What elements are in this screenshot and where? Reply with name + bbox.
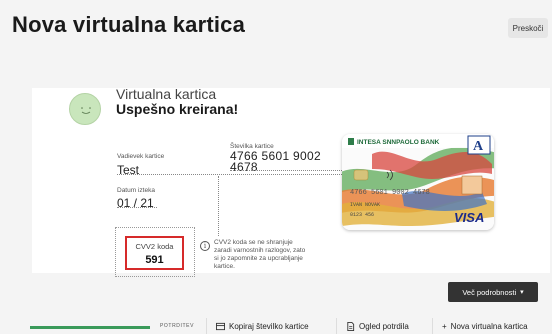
svg-text:A: A	[473, 139, 484, 154]
card-number-line2: 4678	[230, 160, 258, 174]
view-receipt-button[interactable]: Ogled potrdila	[346, 322, 409, 331]
new-virtual-card-button[interactable]: + Nova virtualna kartica	[442, 322, 528, 331]
svg-text:0123 456: 0123 456	[350, 212, 374, 218]
svg-text:IVAN NOVAK: IVAN NOVAK	[350, 202, 380, 208]
cvv-leader-line	[218, 176, 219, 236]
page-title: Nova virtualna kartica	[12, 12, 246, 37]
progress-fill	[30, 326, 150, 329]
cvv-note: CVV2 koda se ne shranjuje zaradi varnost…	[214, 239, 306, 270]
expiry-label: Datum izteka	[117, 187, 155, 194]
step-label: POTRDITEV	[160, 323, 195, 329]
divider	[206, 318, 207, 334]
expiry-leader-line	[117, 207, 157, 208]
plus-icon: +	[442, 322, 447, 331]
new-virtual-card-label: Nova virtualna kartica	[450, 322, 528, 331]
more-details-label: Več podrobnosti	[462, 287, 517, 297]
progress-bar	[30, 326, 150, 329]
virtual-card-image: INTESA SNNPAOLO BANK A 4766 5601 9002 46…	[342, 134, 494, 230]
confirmation-title: Virtualna kartica	[116, 86, 217, 102]
skip-button[interactable]: Preskoči	[508, 18, 548, 38]
divider	[432, 318, 433, 334]
card-icon	[216, 322, 225, 331]
owner-leader-line	[117, 174, 342, 175]
copy-card-number-label: Kopiraj številko kartice	[229, 322, 309, 331]
confirmation-status: Uspešno kreirana!	[116, 101, 239, 117]
cvv-value: 591	[145, 254, 164, 266]
info-icon: i	[200, 241, 210, 251]
svg-text:INTESA SNNPAOLO BANK: INTESA SNNPAOLO BANK	[357, 139, 440, 146]
svg-text:VISA: VISA	[454, 210, 484, 225]
smiley-icon	[69, 93, 101, 125]
svg-text:4766 5601 9002 4678: 4766 5601 9002 4678	[350, 189, 430, 197]
cvv-highlight: CVV2 koda 591	[125, 236, 184, 270]
divider	[336, 318, 337, 334]
document-icon	[347, 322, 355, 331]
more-details-button[interactable]: Več podrobnosti ▾	[448, 282, 538, 302]
copy-card-number-button[interactable]: Kopiraj številko kartice	[216, 322, 309, 331]
owner-label: Vadievek kartice	[117, 153, 165, 160]
caret-down-icon: ▾	[520, 289, 524, 296]
view-receipt-label: Ogled potrdila	[359, 322, 409, 331]
number-leader-line	[230, 170, 342, 171]
cvv-label: CVV2 koda	[135, 242, 174, 251]
